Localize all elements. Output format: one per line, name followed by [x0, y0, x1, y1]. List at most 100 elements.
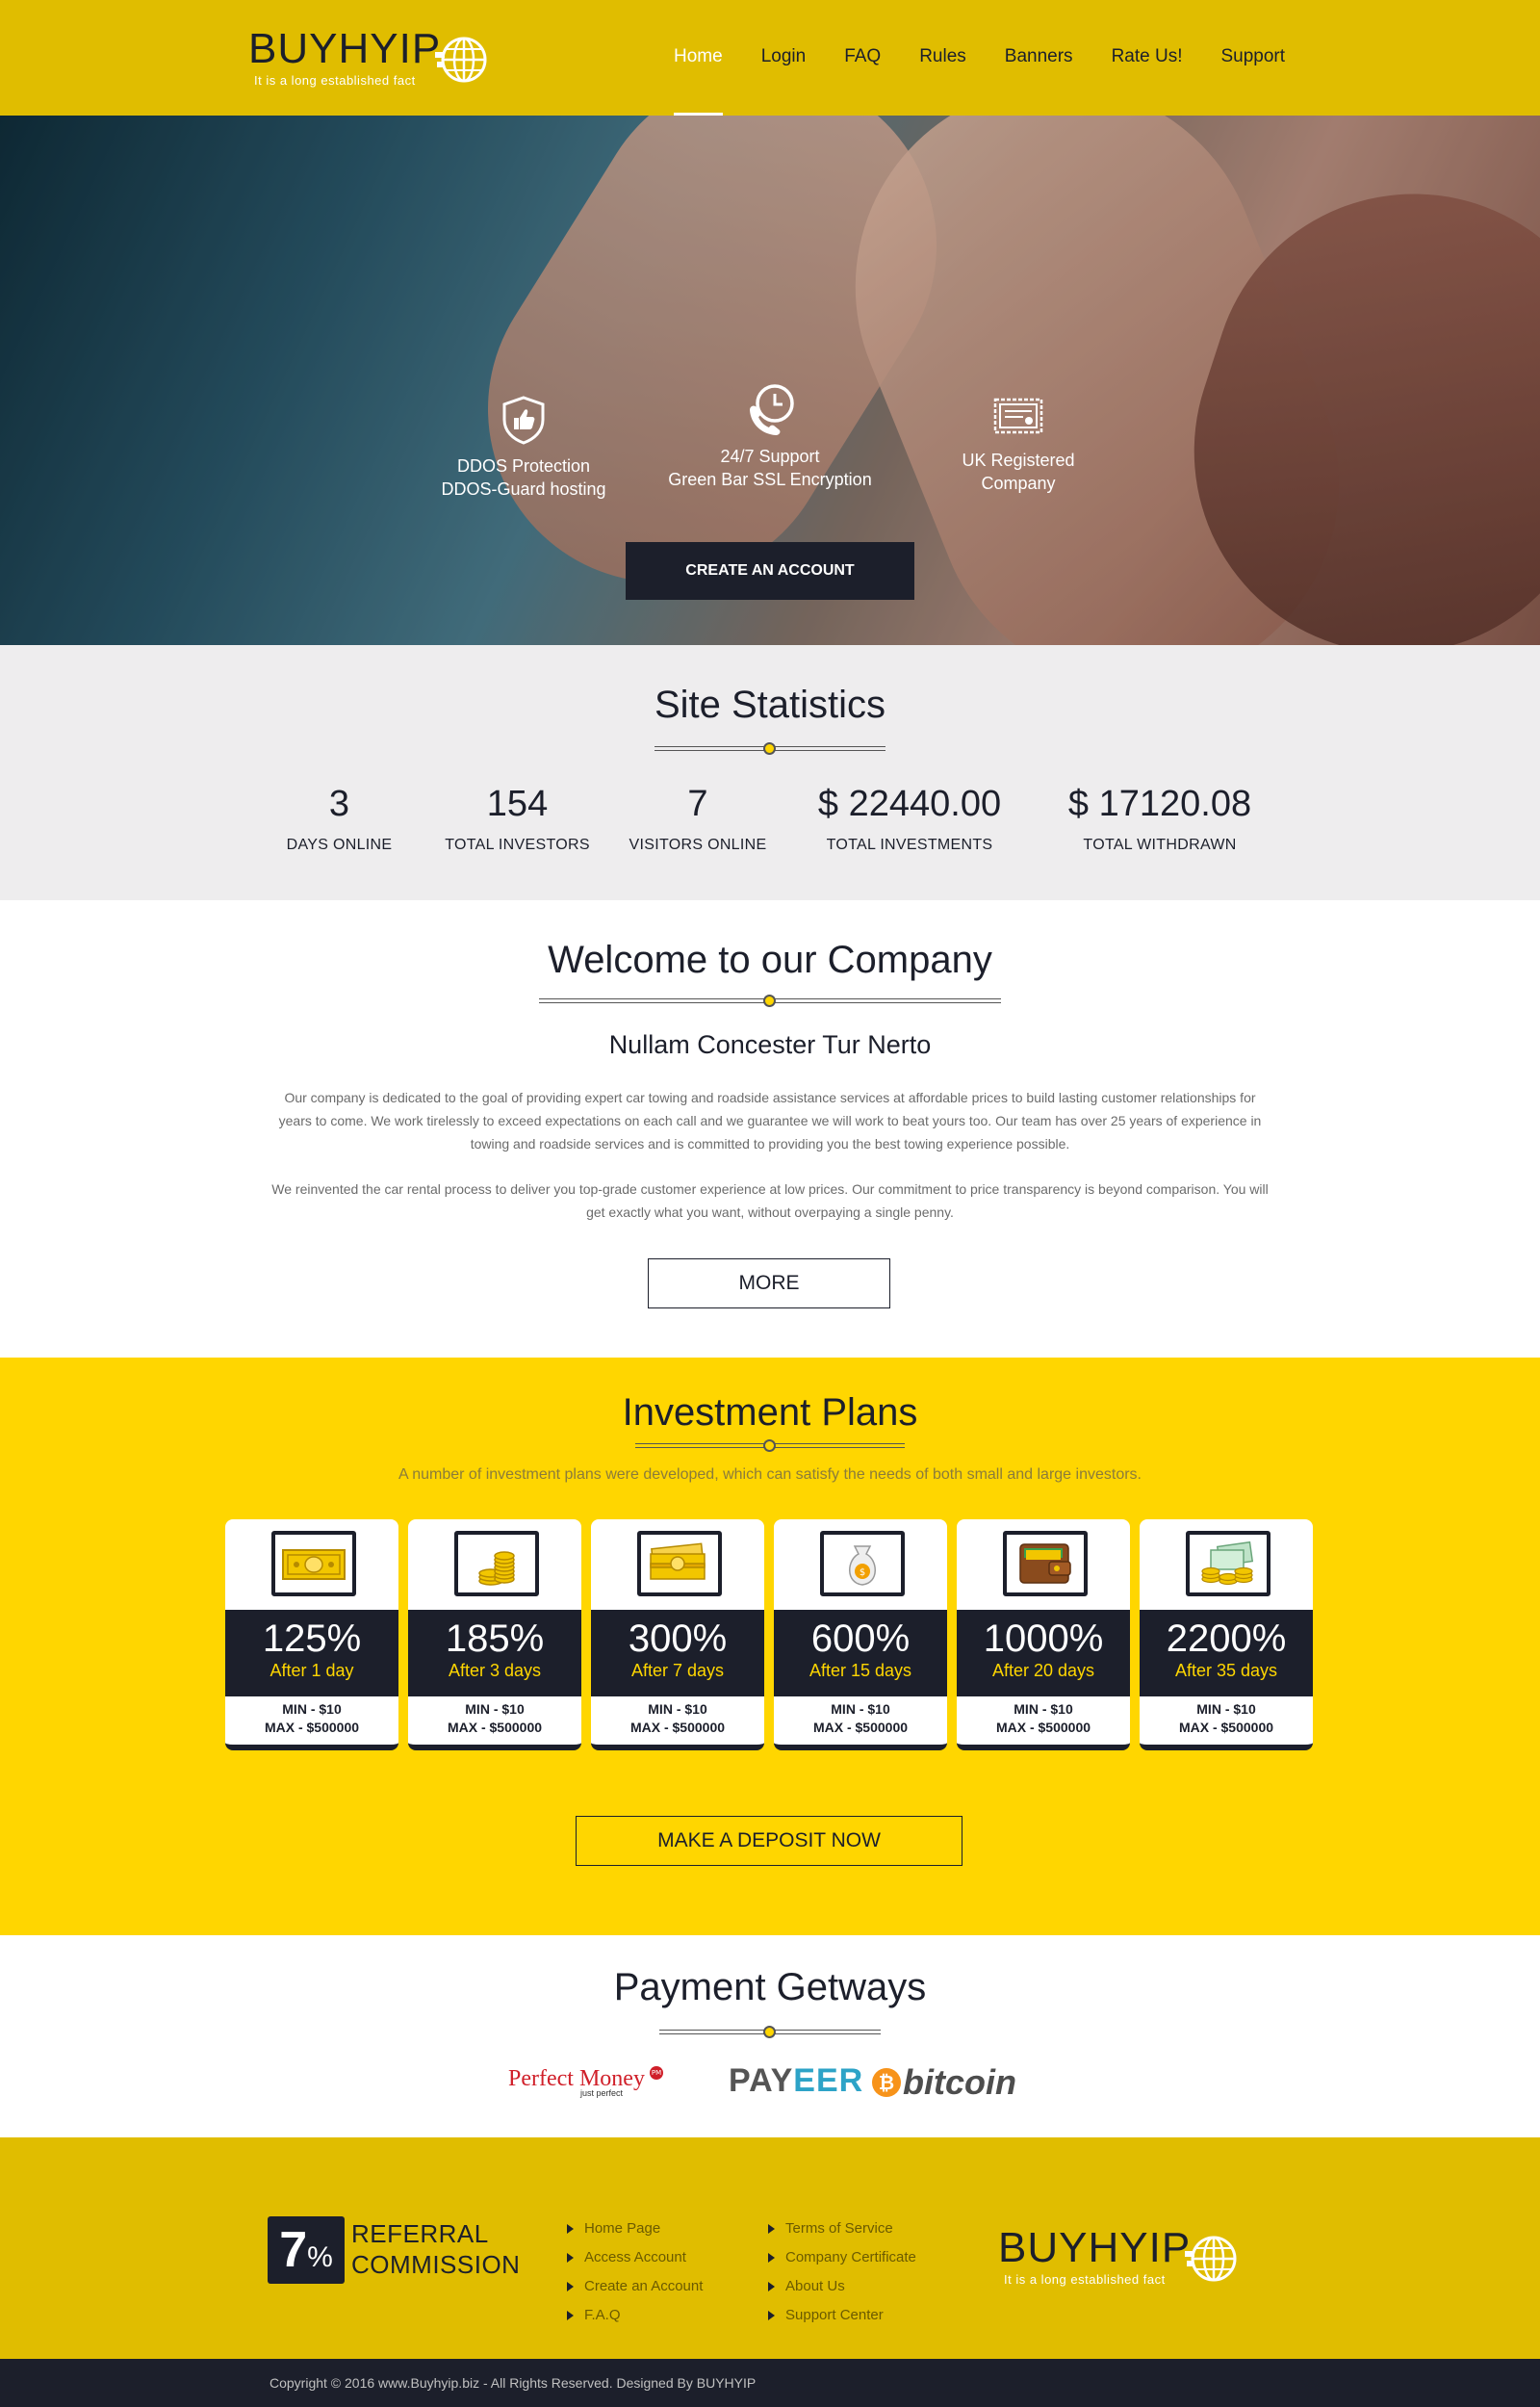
site-header: BUYHYIP It is a long established fact Ho… — [0, 0, 1540, 116]
feature-line: DDOS Protection — [456, 456, 591, 476]
plan-card[interactable]: 2200% After 35 days MIN - $10 MAX - $500… — [1140, 1519, 1313, 1750]
nav-faq[interactable]: FAQ — [825, 0, 900, 116]
plan-card[interactable]: 1000% After 20 days MIN - $10 MAX - $500… — [957, 1519, 1130, 1750]
stat-value: 7 — [687, 784, 708, 824]
nav-rate-us[interactable]: Rate Us! — [1092, 0, 1202, 116]
bitcoin-logo[interactable]: ₿ bitcoin — [872, 2062, 1016, 2103]
stat-label: VISITORS ONLINE — [629, 837, 767, 853]
section-divider — [635, 1439, 905, 1452]
plan-rate-band: 300% After 7 days — [591, 1610, 764, 1696]
plan-max: MAX - $500000 — [812, 1720, 909, 1735]
plan-percent: 125% — [262, 1618, 362, 1660]
plan-term: After 7 days — [630, 1661, 725, 1680]
nav-support[interactable]: Support — [1201, 0, 1304, 116]
plan-rate-band: 600% After 15 days — [774, 1610, 947, 1696]
plan-term: After 15 days — [808, 1661, 912, 1680]
feature-ddos: DDOS Protection DDOS-Guard hosting — [398, 395, 649, 501]
plan-limits: MIN - $10 MAX - $500000 — [591, 1700, 764, 1737]
payment-gateways-section: Payment Getways Perfect Money PM just pe… — [0, 1935, 1540, 2137]
referral-number: 7 — [279, 2222, 308, 2278]
plan-limits: MIN - $10 MAX - $500000 — [957, 1700, 1130, 1737]
referral-line: REFERRAL — [351, 2219, 489, 2248]
welcome-section: Welcome to our Company Nullam Concester … — [0, 900, 1540, 1358]
footer-logo[interactable]: BUYHYIP It is a long established fact — [998, 2224, 1248, 2291]
stat-days-online: 3 DAYS ONLINE — [279, 783, 399, 854]
stat-label: TOTAL INVESTORS — [445, 837, 590, 853]
footer-link-create-account[interactable]: Create an Account — [565, 2272, 703, 2301]
payeer-wordmark-a: PAY — [729, 2062, 794, 2099]
site-statistics-section: Site Statistics 3 DAYS ONLINE 154 TOTAL … — [0, 645, 1540, 900]
stat-total-investments: $ 22440.00 TOTAL INVESTMENTS — [804, 783, 1015, 854]
plan-term: After 1 day — [270, 1661, 354, 1680]
section-title: Site Statistics — [654, 684, 886, 726]
plan-limits: MIN - $10 MAX - $500000 — [774, 1700, 947, 1737]
plan-term: After 3 days — [448, 1661, 542, 1680]
referral-percent-sign: % — [307, 2241, 333, 2273]
plan-min: MIN - $10 — [1014, 1701, 1073, 1717]
payeer-logo[interactable]: PAYEER — [729, 2062, 863, 2100]
certificate-icon — [993, 398, 1043, 434]
banknote-icon — [271, 1531, 356, 1596]
plan-card[interactable]: $ 600% After 15 days MIN - $10 MAX - $50… — [774, 1519, 947, 1750]
nav-rules[interactable]: Rules — [900, 0, 986, 116]
create-account-button[interactable]: CREATE AN ACCOUNT — [626, 542, 914, 600]
footer-link-faq[interactable]: F.A.Q — [565, 2301, 703, 2330]
footer-link-access-account[interactable]: Access Account — [565, 2243, 703, 2272]
nav-home[interactable]: Home — [654, 0, 742, 116]
footer-link-home[interactable]: Home Page — [565, 2214, 703, 2243]
welcome-paragraph: We reinvented the car rental process to … — [271, 1181, 1269, 1220]
plan-min: MIN - $10 — [1196, 1701, 1256, 1717]
investment-plans-section: Investment Plans A number of investment … — [0, 1358, 1540, 1935]
plan-rate-band: 125% After 1 day — [225, 1610, 398, 1696]
feature-line: Company — [981, 474, 1056, 493]
plan-percent: 1000% — [983, 1618, 1104, 1660]
money-bag-icon: $ — [820, 1531, 905, 1596]
site-logo[interactable]: BUYHYIP It is a long established fact — [248, 25, 499, 92]
more-button[interactable]: MORE — [648, 1258, 890, 1308]
welcome-subheading: Nullam Concester Tur Nerto — [608, 1030, 932, 1059]
plan-card[interactable]: 300% After 7 days MIN - $10 MAX - $50000… — [591, 1519, 764, 1750]
plan-max: MAX - $500000 — [447, 1720, 543, 1735]
plans-subtitle: A number of investment plans were develo… — [398, 1466, 1142, 1483]
plan-rate-band: 1000% After 20 days — [957, 1610, 1130, 1696]
nav-login[interactable]: Login — [742, 0, 826, 116]
plan-min: MIN - $10 — [648, 1701, 707, 1717]
referral-text: REFERRAL COMMISSION — [351, 2218, 520, 2280]
footer-links-col1: Home Page Access Account Create an Accou… — [565, 2214, 703, 2330]
feature-support: 24/7 Support Green Bar SSL Encryption — [645, 383, 895, 491]
plan-percent: 300% — [628, 1618, 728, 1660]
stat-total-withdrawn: $ 17120.08 TOTAL WITHDRAWN — [1054, 783, 1266, 854]
feature-line: Green Bar SSL Encryption — [668, 470, 872, 489]
footer-link-certificate[interactable]: Company Certificate — [766, 2243, 916, 2272]
plan-percent: 2200% — [1166, 1618, 1287, 1660]
feature-line: 24/7 Support — [720, 447, 820, 466]
bitcoin-wordmark: bitcoin — [903, 2062, 1016, 2102]
footer-link-terms[interactable]: Terms of Service — [766, 2214, 916, 2243]
feature-registered: UK Registered Company — [893, 397, 1143, 495]
make-deposit-button[interactable]: MAKE A DEPOSIT NOW — [576, 1816, 962, 1866]
stat-value: 154 — [486, 784, 549, 824]
perfect-money-logo[interactable]: Perfect Money PM just perfect — [508, 2066, 664, 2098]
site-footer: 7% REFERRAL COMMISSION Home Page Access … — [0, 2137, 1540, 2359]
plan-rate-band: 2200% After 35 days — [1140, 1610, 1313, 1696]
globe-icon — [435, 37, 487, 83]
nav-banners[interactable]: Banners — [986, 0, 1092, 116]
wallet-icon — [1003, 1531, 1088, 1596]
globe-icon — [1185, 2236, 1237, 2282]
footer-link-support[interactable]: Support Center — [766, 2301, 916, 2330]
payeer-wordmark-b: EER — [793, 2062, 864, 2099]
plan-min: MIN - $10 — [831, 1701, 890, 1717]
section-title: Payment Getways — [613, 1966, 927, 2008]
plan-max: MAX - $500000 — [1178, 1720, 1274, 1735]
plan-card[interactable]: 125% After 1 day MIN - $10 MAX - $500000 — [225, 1519, 398, 1750]
phone-clock-icon — [750, 384, 794, 435]
plan-card[interactable]: 185% After 3 days MIN - $10 MAX - $50000… — [408, 1519, 581, 1750]
footer-link-about[interactable]: About Us — [766, 2272, 916, 2301]
plan-limits: MIN - $10 MAX - $500000 — [408, 1700, 581, 1737]
plan-percent: 600% — [810, 1618, 911, 1660]
money-pile-icon — [1186, 1531, 1270, 1596]
main-nav: Home Login FAQ Rules Banners Rate Us! Su… — [654, 0, 1304, 116]
section-divider — [539, 995, 1001, 1007]
stat-label: TOTAL WITHDRAWN — [1083, 837, 1237, 853]
referral-badge: 7% — [268, 2216, 345, 2284]
